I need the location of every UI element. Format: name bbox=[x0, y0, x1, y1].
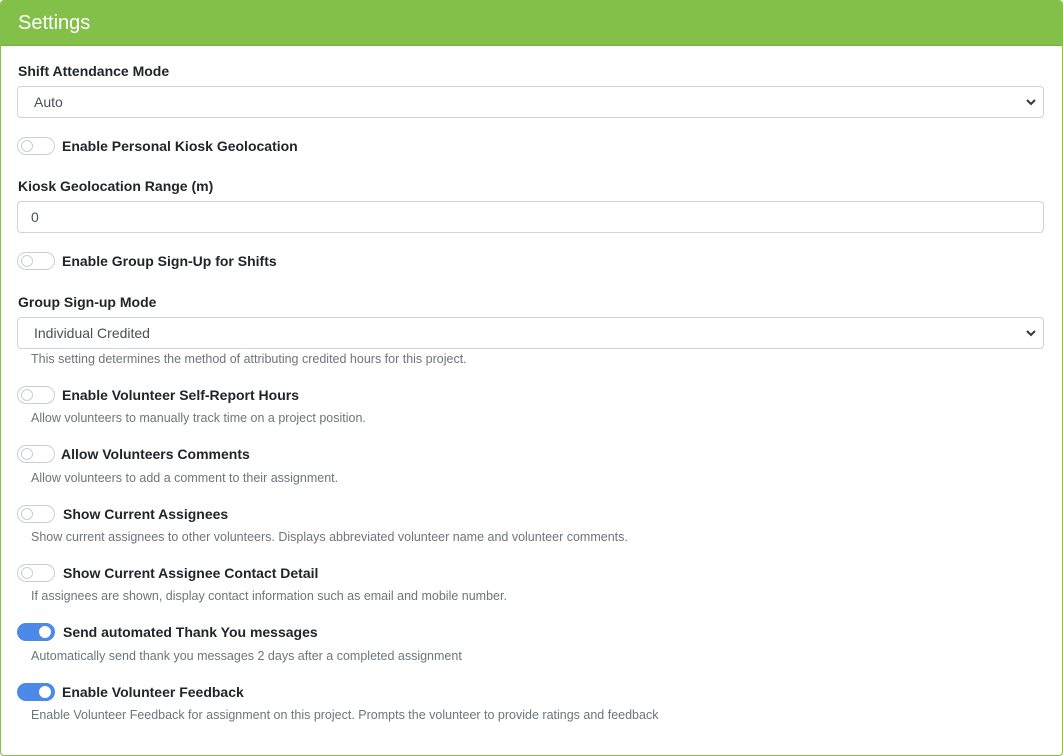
kiosk-range-input[interactable]: 0 bbox=[17, 201, 1044, 233]
feedback-row: Enable Volunteer Feedback bbox=[17, 682, 244, 702]
group-signup-mode-help: This setting determines the method of at… bbox=[31, 352, 467, 366]
group-signup-toggle[interactable] bbox=[17, 252, 55, 270]
group-signup-mode-value: Individual Credited bbox=[34, 325, 150, 341]
personal-kiosk-geolocation-row: Enable Personal Kiosk Geolocation bbox=[17, 136, 298, 156]
group-signup-row: Enable Group Sign-Up for Shifts bbox=[17, 251, 277, 271]
shift-attendance-label: Shift Attendance Mode bbox=[18, 63, 170, 79]
volunteer-comments-help: Allow volunteers to add a comment to the… bbox=[31, 471, 339, 485]
assignee-contact-help: If assignees are shown, display contact … bbox=[31, 589, 507, 603]
show-assignees-toggle[interactable] bbox=[17, 505, 55, 523]
volunteer-comments-label: Allow Volunteers Comments bbox=[61, 446, 250, 462]
group-signup-mode-select[interactable]: Individual Credited bbox=[17, 317, 1044, 349]
chevron-down-icon bbox=[1026, 330, 1036, 337]
settings-card: Settings Shift Attendance Mode Auto Enab… bbox=[0, 0, 1063, 756]
feedback-toggle[interactable] bbox=[17, 683, 55, 701]
group-signup-label: Enable Group Sign-Up for Shifts bbox=[62, 253, 277, 269]
thank-you-toggle[interactable] bbox=[17, 623, 55, 641]
toggle-knob bbox=[21, 389, 33, 401]
personal-kiosk-geolocation-label: Enable Personal Kiosk Geolocation bbox=[62, 138, 298, 154]
chevron-down-icon bbox=[1026, 99, 1036, 106]
toggle-knob bbox=[21, 567, 33, 579]
volunteer-comments-toggle[interactable] bbox=[17, 445, 55, 463]
feedback-label: Enable Volunteer Feedback bbox=[62, 684, 244, 700]
feedback-help: Enable Volunteer Feedback for assignment… bbox=[31, 708, 659, 722]
kiosk-range-label: Kiosk Geolocation Range (m) bbox=[18, 178, 214, 194]
group-signup-mode-label: Group Sign-up Mode bbox=[18, 294, 157, 310]
page-title: Settings bbox=[18, 12, 91, 34]
assignee-contact-label: Show Current Assignee Contact Detail bbox=[63, 565, 319, 581]
show-assignees-row: Show Current Assignees bbox=[17, 504, 228, 524]
toggle-knob bbox=[21, 255, 33, 267]
toggle-knob bbox=[21, 448, 33, 460]
assignee-contact-toggle[interactable] bbox=[17, 564, 55, 582]
toggle-knob bbox=[39, 626, 51, 638]
assignee-contact-row: Show Current Assignee Contact Detail bbox=[17, 563, 318, 583]
show-assignees-help: Show current assignees to other voluntee… bbox=[31, 530, 628, 544]
show-assignees-label: Show Current Assignees bbox=[63, 506, 229, 522]
thank-you-label: Send automated Thank You messages bbox=[63, 624, 318, 640]
self-report-hours-label: Enable Volunteer Self-Report Hours bbox=[62, 387, 299, 403]
volunteer-comments-row: Allow Volunteers Comments bbox=[17, 444, 250, 464]
card-header: Settings bbox=[1, 1, 1062, 46]
toggle-knob bbox=[21, 508, 33, 520]
self-report-hours-toggle[interactable] bbox=[17, 386, 55, 404]
personal-kiosk-geolocation-toggle[interactable] bbox=[17, 137, 55, 155]
thank-you-help: Automatically send thank you messages 2 … bbox=[31, 649, 462, 663]
shift-attendance-value: Auto bbox=[34, 94, 63, 110]
self-report-hours-help: Allow volunteers to manually track time … bbox=[31, 411, 366, 425]
toggle-knob bbox=[39, 686, 51, 698]
kiosk-range-value: 0 bbox=[31, 209, 39, 225]
self-report-hours-row: Enable Volunteer Self-Report Hours bbox=[17, 385, 299, 405]
shift-attendance-select[interactable]: Auto bbox=[17, 86, 1044, 118]
thank-you-row: Send automated Thank You messages bbox=[17, 622, 318, 642]
toggle-knob bbox=[21, 140, 33, 152]
